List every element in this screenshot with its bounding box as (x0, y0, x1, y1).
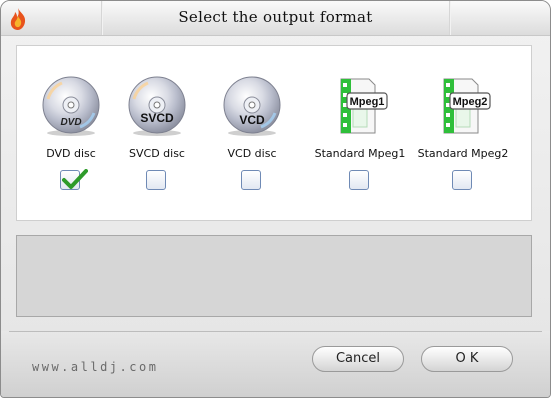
option-svcd[interactable]: SVCD SVCD disc (102, 75, 212, 195)
option-label: SVCD disc (129, 147, 185, 160)
checkbox-svcd[interactable] (146, 170, 166, 190)
option-mpeg2[interactable]: Mpeg2 Standard Mpeg2 (408, 75, 518, 195)
option-mpeg1[interactable]: Mpeg1 Standard Mpeg1 (305, 75, 415, 195)
disc-badge: VCD (239, 113, 265, 127)
disc-badge: DVD (60, 117, 81, 128)
video-file-icon: Mpeg1 (340, 78, 388, 134)
video-file-icon: Mpeg2 (443, 78, 491, 134)
file-badge: Mpeg1 (350, 96, 385, 108)
title-bar: Select the output format (1, 1, 550, 36)
option-label: VCD disc (227, 147, 277, 160)
checkbox-vcd[interactable] (241, 170, 261, 190)
cancel-button[interactable]: Cancel (312, 346, 404, 372)
checkbox-mpeg1[interactable] (349, 170, 369, 190)
option-vcd[interactable]: VCD VCD disc (197, 75, 307, 195)
brand-text: www.alldj.com (32, 360, 159, 374)
option-label: Standard Mpeg1 (314, 147, 406, 160)
disc-icon: VCD (223, 76, 281, 136)
checkbox-mpeg2[interactable] (452, 170, 472, 190)
dialog-title: Select the output format (178, 8, 373, 26)
disc-icon: DVD (42, 76, 100, 136)
checkbox-dvd[interactable] (60, 169, 88, 190)
disc-badge: SVCD (140, 111, 174, 125)
dialog-window: Select the output format DVD DVD disc SV… (0, 0, 551, 398)
file-badge: Mpeg2 (453, 96, 488, 108)
ok-button[interactable]: O K (421, 346, 513, 372)
info-panel (16, 235, 532, 317)
disc-icon: SVCD (128, 76, 186, 136)
footer-divider (9, 331, 542, 332)
option-label: Standard Mpeg2 (417, 147, 509, 160)
check-icon (62, 169, 88, 189)
